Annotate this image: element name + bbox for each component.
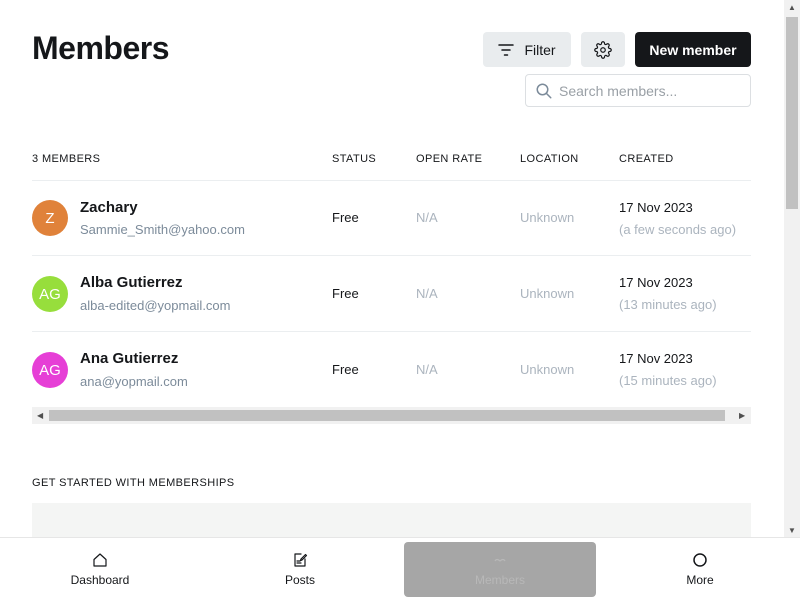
nav-members[interactable]: Members (404, 542, 596, 597)
nav-more[interactable]: More (600, 538, 800, 601)
horizontal-scrollbar[interactable]: ◀ ▶ (32, 407, 751, 424)
section-title: GET STARTED WITH MEMBERSHIPS (32, 477, 235, 489)
horizontal-scroll-thumb[interactable] (49, 410, 725, 421)
table-row[interactable]: AG Ana Gutierrez ana@yopmail.com Free N/… (0, 332, 784, 408)
nav-dashboard-label: Dashboard (70, 573, 130, 587)
avatar: AG (32, 276, 68, 312)
table-row[interactable]: AG Alba Gutierrez alba-edited@yopmail.co… (0, 256, 784, 332)
nav-posts-label: Posts (284, 573, 315, 587)
nav-more-label: More (686, 573, 714, 587)
column-header-created[interactable]: CREATED (619, 153, 674, 165)
member-created-ago: (a few seconds ago) (619, 222, 737, 237)
column-header-location[interactable]: LOCATION (520, 153, 579, 165)
member-email: Sammie_Smith@yahoo.com (80, 222, 245, 237)
member-status: Free (332, 286, 359, 301)
column-header-members: 3 MEMBERS (32, 153, 101, 165)
column-header-open-rate[interactable]: OPEN RATE (416, 153, 482, 165)
filter-button-label: Filter (524, 41, 556, 58)
scroll-right-icon[interactable]: ▶ (739, 411, 745, 420)
settings-button[interactable] (581, 32, 625, 67)
member-email: alba-edited@yopmail.com (80, 298, 231, 313)
filter-icon (498, 43, 515, 56)
search-icon (536, 83, 552, 98)
member-status: Free (332, 210, 359, 225)
member-location: Unknown (520, 286, 575, 301)
table-row[interactable]: Z Zachary Sammie_Smith@yahoo.com Free N/… (0, 180, 784, 256)
member-name: Alba Gutierrez (80, 274, 183, 291)
column-header-status[interactable]: STATUS (332, 153, 376, 165)
members-icon (494, 558, 506, 562)
scroll-left-icon[interactable]: ◀ (37, 411, 43, 420)
member-email: ana@yopmail.com (80, 374, 188, 389)
vertical-scroll-thumb[interactable] (786, 17, 798, 209)
member-open-rate: N/A (416, 286, 438, 301)
home-icon (93, 553, 107, 567)
member-created-date: 17 Nov 2023 (619, 275, 693, 290)
memberships-panel (32, 503, 751, 537)
member-name: Zachary (80, 199, 138, 216)
vertical-scrollbar[interactable]: ▲ ▼ (784, 0, 800, 537)
page-title: Members (32, 30, 170, 66)
member-location: Unknown (520, 362, 575, 377)
nav-members-label: Members (474, 573, 525, 587)
members-page: Members Filter New member 3 MEMBERS STAT… (0, 0, 784, 537)
member-created-date: 17 Nov 2023 (619, 200, 693, 215)
member-created-ago: (13 minutes ago) (619, 297, 717, 312)
edit-icon (294, 553, 308, 567)
member-created-date: 17 Nov 2023 (619, 351, 693, 366)
new-member-button[interactable]: New member (635, 32, 751, 67)
search-input[interactable] (559, 82, 739, 99)
member-open-rate: N/A (416, 362, 438, 377)
member-name: Ana Gutierrez (80, 350, 179, 367)
search-box[interactable] (525, 74, 751, 107)
member-location: Unknown (520, 210, 575, 225)
nav-posts[interactable]: Posts (200, 538, 400, 601)
gear-icon (594, 40, 612, 59)
avatar: Z (32, 200, 68, 236)
scroll-down-icon[interactable]: ▼ (788, 526, 796, 535)
scroll-up-icon[interactable]: ▲ (788, 3, 796, 12)
circle-icon (693, 553, 707, 567)
avatar: AG (32, 352, 68, 388)
bottom-nav: Dashboard Posts Members More (0, 537, 800, 600)
filter-button[interactable]: Filter (483, 32, 571, 67)
member-open-rate: N/A (416, 210, 438, 225)
member-status: Free (332, 362, 359, 377)
nav-dashboard[interactable]: Dashboard (0, 538, 200, 601)
member-created-ago: (15 minutes ago) (619, 373, 717, 388)
